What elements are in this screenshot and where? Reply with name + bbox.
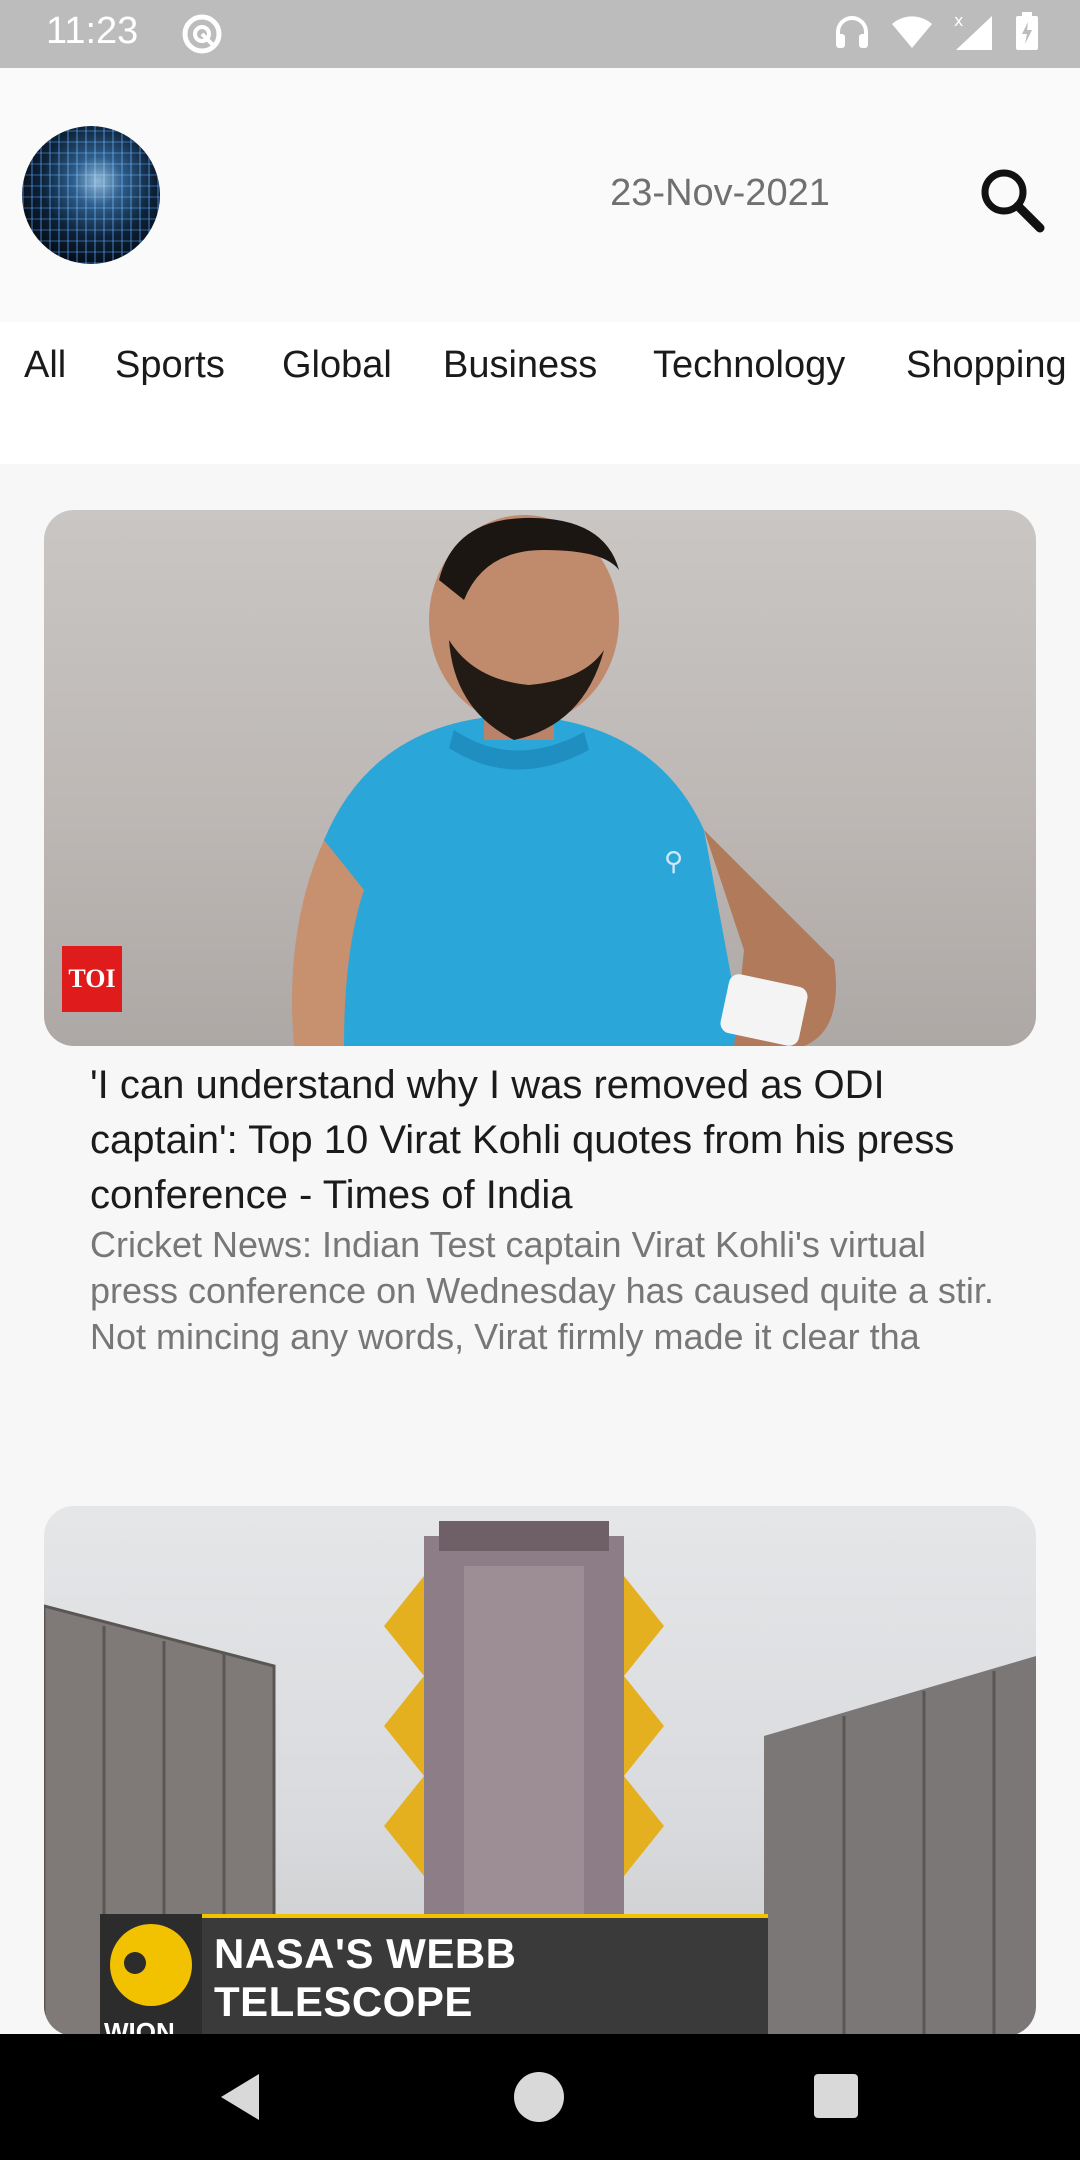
source-badge: TOI [62, 946, 122, 1012]
tab-sports[interactable]: Sports [115, 344, 225, 387]
tab-technology[interactable]: Technology [653, 344, 845, 387]
status-bar: 11:23 x [0, 0, 1080, 68]
overlay-line-1: NASA'S WEBB TELESCOPE [214, 1930, 517, 2025]
recents-icon [804, 2074, 870, 2134]
app-logo-avatar[interactable] [22, 126, 160, 264]
status-time: 11:23 [46, 10, 139, 52]
back-button[interactable] [207, 2064, 273, 2130]
signal-icon: x [952, 11, 996, 57]
tab-business[interactable]: Business [443, 344, 597, 387]
article-image[interactable]: WION NASA'S WEBB TELESCOPE TO WOW ASTRON… [44, 1506, 1036, 2036]
search-icon [976, 169, 1048, 240]
wifi-icon [890, 12, 934, 57]
cricketer-photo: ⚲ [292, 515, 836, 1046]
home-icon [506, 2072, 572, 2134]
wion-logo: WION [100, 1914, 202, 2036]
at-sign-icon [180, 12, 224, 61]
back-icon [207, 2074, 273, 2134]
tab-global[interactable]: Global [282, 344, 392, 387]
system-nav-bar [0, 2034, 1080, 2160]
home-button[interactable] [506, 2064, 572, 2130]
overlay-headline: NASA'S WEBB TELESCOPE TO WOW ASTRONOMERS [202, 1914, 768, 2036]
svg-text:⚲: ⚲ [664, 847, 683, 877]
headphones-icon [832, 12, 872, 57]
video-title-overlay: WION NASA'S WEBB TELESCOPE TO WOW ASTRON… [100, 1914, 768, 2036]
current-date: 23-Nov-2021 [610, 172, 830, 214]
battery-icon [1014, 12, 1040, 57]
tab-all[interactable]: All [24, 344, 66, 387]
article-headline[interactable]: 'I can understand why I was removed as O… [90, 1058, 1020, 1223]
article-image[interactable]: ⚲ TOI [44, 510, 1036, 1046]
category-tabs: All Sports Global Business Technology Sh… [0, 322, 1080, 464]
article-summary: Cricket News: Indian Test captain Virat … [90, 1224, 994, 1357]
recents-button[interactable] [804, 2064, 870, 2130]
search-button[interactable] [976, 164, 1048, 236]
svg-text:x: x [954, 12, 963, 30]
app-header: 23-Nov-2021 [0, 68, 1080, 322]
tab-shopping[interactable]: Shopping [906, 344, 1067, 387]
